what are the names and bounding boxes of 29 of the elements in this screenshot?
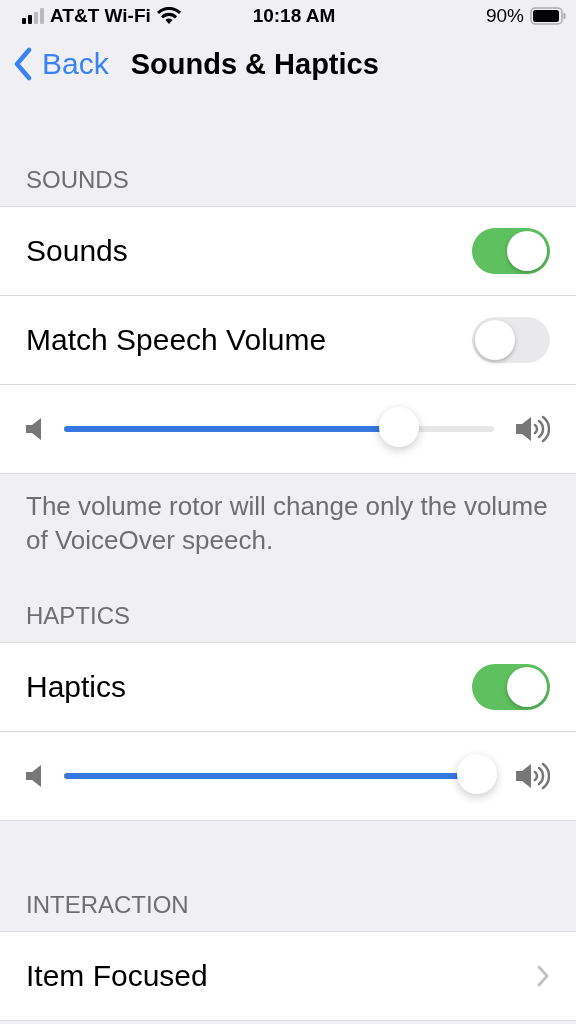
section-header: HAPTICS [26,601,130,629]
toggle-switch[interactable] [472,317,550,363]
speaker-loud-icon [516,760,550,791]
back-label[interactable]: Back [42,47,109,81]
carrier-name: AT&T Wi-Fi [50,5,151,27]
setting-label: Item Focused [26,958,209,993]
setting-label: Match Speech Volume [26,323,328,357]
setting-label: Sounds [26,234,129,268]
setting-label: Haptics [26,669,128,704]
toggle-switch[interactable] [472,663,550,710]
clock-time: 10:18 AM [252,5,336,27]
chevron-left-icon [14,47,32,81]
section-footer: The volume rotor will change only the volume of VoiceOver speech. [26,491,548,555]
speaker-low-icon [26,417,42,441]
back-button[interactable]: Back [14,47,109,81]
battery-icon [530,7,566,25]
speaker-low-icon [26,763,42,788]
signal-icon [22,8,44,24]
chevron-right-icon [536,963,550,988]
page-title: Sounds & Haptics [130,47,379,81]
slider-thumb[interactable] [379,407,420,447]
section-header: SOUNDS [26,166,129,193]
settings-row[interactable]: Item Focused [0,931,576,1020]
speaker-loud-icon [516,414,550,444]
toggle-switch[interactable] [472,228,550,274]
wifi-icon [156,7,181,25]
battery-percent: 90% [485,5,524,27]
section-header: INTERACTION [26,890,189,918]
slider-thumb[interactable] [456,753,497,794]
